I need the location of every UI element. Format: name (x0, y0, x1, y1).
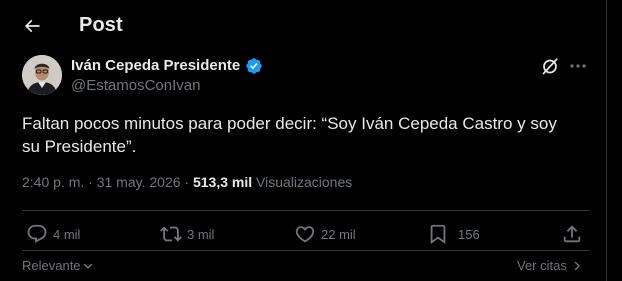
tweet-line: su Presidente”. (22, 137, 137, 156)
divider (22, 210, 590, 211)
verified-badge-icon (246, 58, 262, 74)
repost-count: 3 mil (187, 226, 215, 242)
share-button[interactable] (561, 222, 583, 246)
meta-separator: · (180, 174, 193, 190)
back-button[interactable] (18, 12, 46, 40)
tweet-meta: 2:40 p. m. · 31 may. 2026 · 513,3 mil Vi… (22, 174, 352, 190)
tweet-text: Faltan pocos minutos para poder decir: “… (22, 112, 592, 158)
page-title: Post (79, 14, 123, 36)
share-icon (563, 225, 581, 243)
views-label: Visualizaciones (252, 174, 353, 190)
divider (22, 250, 590, 251)
chevron-down-icon (83, 263, 92, 269)
action-bar: 4 mil 3 mil 22 mil 156 (0, 222, 606, 246)
tweet-time[interactable]: 2:40 p. m. (22, 174, 84, 190)
reply-button[interactable]: 4 mil (26, 222, 80, 246)
sort-dropdown[interactable]: Relevante (22, 258, 94, 273)
sort-label: Relevante (22, 258, 81, 273)
view-quotes-label: Ver citas (517, 258, 567, 273)
reply-icon (27, 224, 47, 243)
avatar[interactable] (22, 55, 62, 95)
bookmark-button[interactable]: 156 (427, 222, 480, 246)
post-page: Post Iván Cepeda Presidente @EstamosConI… (0, 0, 622, 281)
more-button[interactable] (568, 56, 588, 76)
avatar-photo (22, 55, 62, 95)
tweet-date[interactable]: 31 may. 2026 (97, 174, 181, 190)
repost-button[interactable]: 3 mil (160, 222, 214, 246)
more-horizontal-icon (570, 64, 586, 68)
bookmark-icon (430, 224, 446, 245)
meta-separator: · (84, 174, 97, 190)
post-header: Post (0, 0, 606, 52)
reply-count: 4 mil (53, 226, 81, 242)
repost-icon (160, 226, 182, 242)
like-button[interactable]: 22 mil (294, 222, 356, 246)
like-count: 22 mil (321, 226, 356, 242)
view-quotes-link[interactable]: Ver citas (517, 258, 583, 273)
tweet-line: Faltan pocos minutos para poder decir: “… (22, 114, 557, 133)
heart-icon (295, 226, 315, 243)
grok-button[interactable] (540, 56, 560, 76)
grok-icon (542, 58, 558, 75)
arrow-left-icon (24, 19, 40, 33)
author-name[interactable]: Iván Cepeda Presidente (71, 57, 240, 74)
chevron-right-icon (574, 261, 580, 270)
column-border (606, 0, 607, 281)
views-count: 513,3 mil (192, 174, 253, 190)
bookmark-count: 156 (458, 226, 480, 242)
author-handle[interactable]: @EstamosConIvan (71, 77, 200, 94)
